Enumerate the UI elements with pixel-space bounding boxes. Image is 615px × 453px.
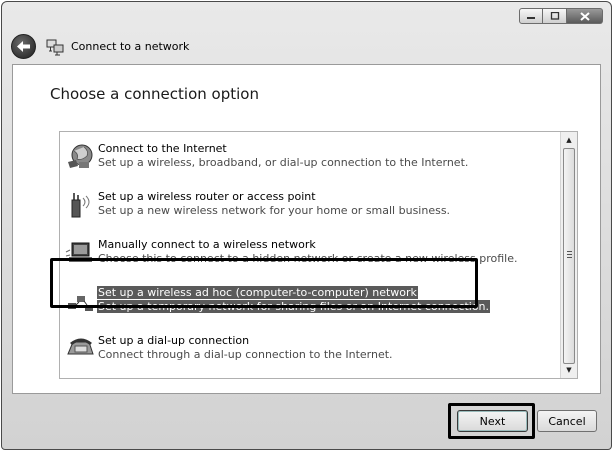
network-icon [46, 39, 64, 56]
window-controls [519, 8, 603, 24]
list-item-dial-up[interactable]: Set up a dial-up connection Connect thro… [60, 328, 560, 368]
grip-icon [567, 251, 572, 258]
option-title: Set up a dial-up connection [98, 334, 250, 347]
content-panel: Choose a connection option Connect to th… [12, 64, 601, 394]
button-bar: Next Cancel [2, 395, 611, 449]
title-bar: Connect to a network [2, 2, 611, 62]
close-button[interactable] [567, 8, 603, 24]
wireless-router-icon [71, 193, 90, 218]
connection-option-list: Connect to the Internet Set up a wireles… [50, 131, 578, 379]
list-item-connect-internet[interactable]: Connect to the Internet Set up a wireles… [60, 136, 560, 176]
maximize-icon [550, 12, 559, 20]
option-description: Set up a new wireless network for your h… [98, 204, 451, 217]
close-icon [579, 11, 590, 21]
cancel-button[interactable]: Cancel [537, 410, 597, 432]
window-title: Connect to a network [71, 40, 190, 53]
option-title: Manually connect to a wireless network [98, 238, 316, 251]
scrollbar-thumb[interactable] [563, 148, 575, 364]
dialog-window: Connect to a network Choose a connection… [1, 1, 612, 450]
page-title: Choose a connection option [50, 85, 259, 103]
next-button[interactable]: Next [457, 410, 528, 432]
phone-modem-icon [67, 338, 94, 355]
option-title: Set up a wireless router or access point [98, 190, 316, 203]
option-description: Connect through a dial-up connection to … [98, 348, 393, 361]
option-title: Connect to the Internet [98, 142, 227, 155]
option-description: Set up a wireless, broadband, or dial-up… [98, 156, 469, 169]
list-item-wireless-router[interactable]: Set up a wireless router or access point… [60, 184, 560, 224]
scroll-up-arrow-icon[interactable]: ▲ [561, 132, 577, 148]
minimize-button[interactable] [519, 8, 543, 24]
back-arrow-icon [17, 41, 30, 52]
scroll-down-arrow-icon[interactable]: ▼ [561, 362, 577, 378]
minimize-icon [527, 17, 535, 19]
vertical-scrollbar[interactable]: ▲ ▼ [560, 132, 577, 378]
globe-network-icon [68, 144, 93, 168]
selection-highlight-frame [50, 258, 478, 308]
maximize-button[interactable] [543, 8, 567, 24]
back-button[interactable] [11, 34, 36, 59]
